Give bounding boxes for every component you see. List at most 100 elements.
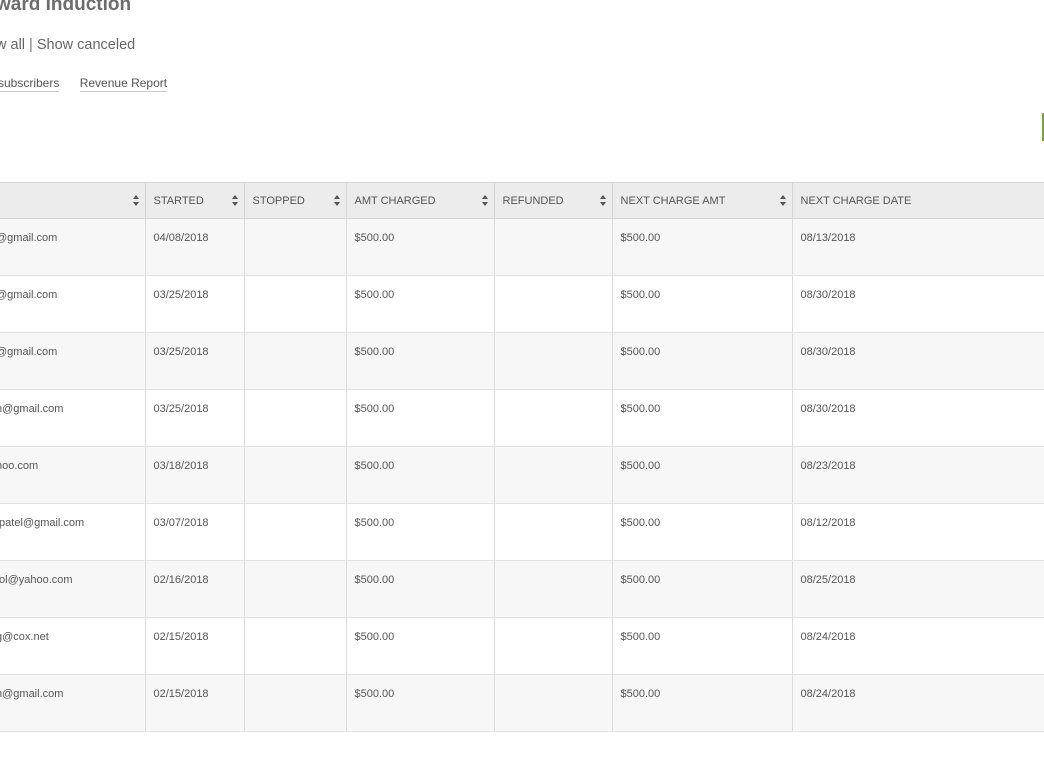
cell-next-charge-amt: $500.00	[612, 389, 793, 447]
cell-next-charge-date: 08/30/2018	[792, 275, 1044, 333]
cell-email: .patel@gmail.com	[0, 503, 146, 561]
cell-email: @gmail.com	[0, 332, 146, 390]
cell-next-charge-date: 08/24/2018	[792, 674, 1044, 732]
cell-next-charge-amt: $500.00	[612, 503, 793, 561]
column-header-stopped[interactable]: STOPPED	[244, 182, 347, 219]
cell-refunded	[494, 503, 613, 561]
cell-next-charge-date: 08/24/2018	[792, 617, 1044, 675]
sort-updown-icon[interactable]	[333, 195, 340, 206]
cell-amt-charged: $500.00	[346, 218, 495, 276]
table-row[interactable]: tol@yahoo.com 02/16/2018 $500.00 $500.00 08/…	[0, 560, 1044, 618]
cell-next-charge-amt: $500.00	[612, 218, 793, 276]
cell-stopped	[244, 389, 347, 447]
sort-updown-icon[interactable]	[132, 195, 139, 206]
cell-refunded	[494, 275, 613, 333]
sort-updown-icon[interactable]	[231, 195, 238, 206]
report-links: subscribers Revenue Report	[0, 76, 184, 92]
column-header-next-charge-date[interactable]: NEXT CHARGE DATE	[792, 182, 1044, 219]
column-header-label: REFUNDED	[502, 194, 564, 207]
cell-refunded	[494, 218, 613, 276]
cell-email: @gmail.com	[0, 275, 146, 333]
cell-stopped	[244, 446, 347, 504]
cell-amt-charged: $500.00	[346, 503, 495, 561]
cell-next-charge-amt: $500.00	[612, 617, 793, 675]
cell-next-charge-date: 08/30/2018	[792, 389, 1044, 447]
cell-amt-charged: $500.00	[346, 275, 495, 333]
cell-started: 03/25/2018	[145, 389, 245, 447]
table-row[interactable]: .patel@gmail.com 03/07/2018 $500.00 $500.00…	[0, 503, 1044, 561]
show-all-link[interactable]: w all	[0, 37, 25, 53]
table-body: @gmail.com 04/08/2018 $500.00 $500.00 08/13/…	[0, 218, 1044, 732]
cell-refunded	[494, 332, 613, 390]
cell-next-charge-date: 08/12/2018	[792, 503, 1044, 561]
cell-next-charge-amt: $500.00	[612, 446, 793, 504]
cell-amt-charged: $500.00	[346, 617, 495, 675]
column-header-amt-charged[interactable]: AMT CHARGED	[346, 182, 495, 219]
cell-next-charge-date: 08/23/2018	[792, 446, 1044, 504]
column-header-refunded[interactable]: REFUNDED	[494, 182, 613, 219]
column-header-label: AMT CHARGED	[354, 194, 436, 207]
cell-amt-charged: $500.00	[346, 332, 495, 390]
column-header-label: NEXT CHARGE AMT	[620, 194, 726, 207]
cell-started: 03/07/2018	[145, 503, 245, 561]
table-row[interactable]: @gmail.com 04/08/2018 $500.00 $500.00 08/13/…	[0, 218, 1044, 276]
cell-email: g@cox.net	[0, 617, 146, 675]
table-row[interactable]: @gmail.com 03/25/2018 $500.00 $500.00 08/30/…	[0, 332, 1044, 390]
cell-refunded	[494, 674, 613, 732]
show-canceled-link[interactable]: Show canceled	[37, 37, 135, 53]
subscribers-link[interactable]: subscribers	[0, 76, 60, 92]
cell-email: n@gmail.com	[0, 389, 146, 447]
cell-stopped	[244, 503, 347, 561]
cell-stopped	[244, 617, 347, 675]
subscriptions-page: ward Induction w all | Show canceled sub…	[0, 0, 1044, 781]
column-header-email[interactable]	[0, 182, 146, 219]
table-row[interactable]: g@cox.net 02/15/2018 $500.00 $500.00 08/24/2…	[0, 617, 1044, 675]
column-header-label: STARTED	[153, 194, 204, 207]
cell-amt-charged: $500.00	[346, 560, 495, 618]
cell-amt-charged: $500.00	[346, 446, 495, 504]
cell-refunded	[494, 617, 613, 675]
cell-started: 02/15/2018	[145, 674, 245, 732]
cell-next-charge-date: 08/30/2018	[792, 332, 1044, 390]
cell-started: 04/08/2018	[145, 218, 245, 276]
cell-started: 03/25/2018	[145, 332, 245, 390]
cell-email: @gmail.com	[0, 218, 146, 276]
page-title: ward Induction	[0, 0, 132, 15]
column-header-label: NEXT CHARGE DATE	[800, 194, 912, 207]
cell-started: 02/15/2018	[145, 617, 245, 675]
cell-stopped	[244, 560, 347, 618]
filter-links: w all | Show canceled	[0, 37, 135, 53]
cell-next-charge-amt: $500.00	[612, 275, 793, 333]
cell-email: tol@yahoo.com	[0, 560, 146, 618]
table-row[interactable]: hoo.com 03/18/2018 $500.00 $500.00 08/23/201…	[0, 446, 1044, 504]
cell-next-charge-amt: $500.00	[612, 332, 793, 390]
table-row[interactable]: n@gmail.com 03/25/2018 $500.00 $500.00 08/30…	[0, 389, 1044, 447]
column-header-next-charge-amt[interactable]: NEXT CHARGE AMT	[612, 182, 793, 219]
revenue-report-link[interactable]: Revenue Report	[79, 76, 168, 92]
filter-separator: |	[29, 37, 33, 53]
cell-stopped	[244, 275, 347, 333]
cell-amt-charged: $500.00	[346, 389, 495, 447]
column-header-started[interactable]: STARTED	[145, 182, 245, 219]
cell-email: hoo.com	[0, 446, 146, 504]
table-header-row: STARTED STOPPED AMT CHARGED REFUNDED NEXT CH…	[0, 182, 1044, 219]
cell-started: 02/16/2018	[145, 560, 245, 618]
cell-started: 03/25/2018	[145, 275, 245, 333]
cell-refunded	[494, 446, 613, 504]
table-row[interactable]: @gmail.com 03/25/2018 $500.00 $500.00 08/30/…	[0, 275, 1044, 333]
cell-refunded	[494, 560, 613, 618]
cell-stopped	[244, 218, 347, 276]
subscriptions-table: STARTED STOPPED AMT CHARGED REFUNDED NEXT CH…	[0, 182, 1044, 732]
cell-amt-charged: $500.00	[346, 674, 495, 732]
cell-next-charge-date: 08/25/2018	[792, 560, 1044, 618]
sort-updown-icon[interactable]	[599, 195, 606, 206]
column-header-label: STOPPED	[252, 194, 305, 207]
cell-refunded	[494, 389, 613, 447]
cell-email: n@gmail.com	[0, 674, 146, 732]
table-row[interactable]: n@gmail.com 02/15/2018 $500.00 $500.00 08/24…	[0, 674, 1044, 732]
cell-next-charge-amt: $500.00	[612, 674, 793, 732]
cell-started: 03/18/2018	[145, 446, 245, 504]
sort-updown-icon[interactable]	[779, 195, 786, 206]
sort-updown-icon[interactable]	[481, 195, 488, 206]
cell-stopped	[244, 332, 347, 390]
